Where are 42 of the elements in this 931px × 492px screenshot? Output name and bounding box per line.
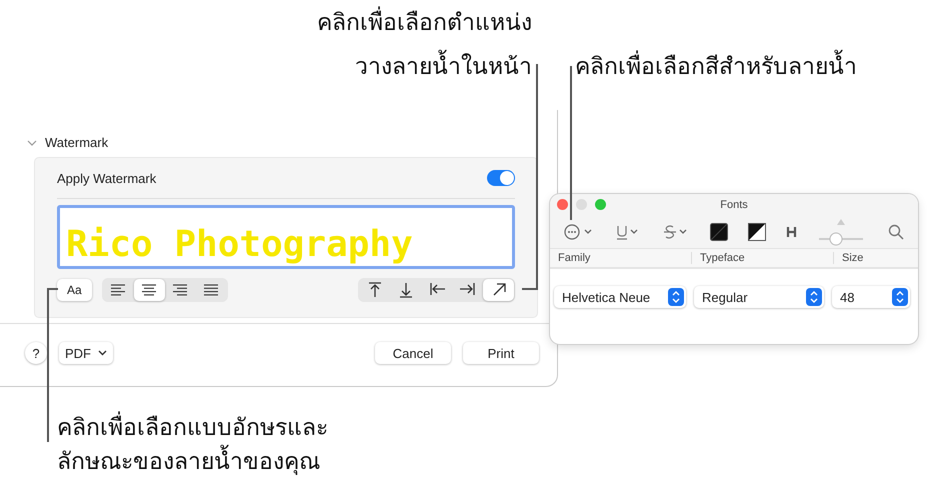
toggle-switch[interactable] [487, 170, 515, 186]
more-options-icon[interactable] [564, 224, 594, 240]
family-popup[interactable]: Helvetica Neue [554, 286, 686, 308]
text-align-icon [111, 284, 126, 296]
typeface-popup[interactable]: Regular [694, 286, 824, 308]
window-title: Fonts [720, 199, 748, 211]
shadow-icon[interactable] [786, 225, 798, 239]
callout-text: คลิกเพื่อเลือกตำแหน่ง วางลายน้ำในหน้า [317, 0, 532, 88]
dialog-button[interactable]: Print [463, 342, 539, 364]
text-align-icon [173, 284, 188, 296]
alignment-button[interactable] [134, 279, 165, 301]
typeface-value: Regular [702, 290, 748, 304]
pdf-menu-button[interactable]: PDF [59, 342, 113, 364]
stepper-icon [668, 288, 684, 306]
text-align-icon [204, 284, 218, 296]
chevron-down-icon [98, 350, 107, 356]
callout-text: คลิกเพื่อเลือกแบบอักษรและ ลักษณะของลายน้ำของคุณ [57, 410, 328, 478]
position-button[interactable] [483, 279, 514, 301]
search-icon[interactable] [888, 224, 904, 240]
text-color-swatch-icon[interactable] [710, 223, 728, 241]
arrow-icon [366, 281, 382, 299]
column-header: Typeface [692, 252, 834, 264]
text-align-icon [142, 284, 156, 296]
stepper-icon [892, 288, 908, 306]
close-button[interactable] [557, 199, 568, 210]
size-value: 48 [840, 290, 854, 304]
column-header: Size [841, 252, 864, 264]
help-button[interactable]: ? [25, 342, 47, 364]
chevron-down-icon[interactable] [27, 140, 37, 146]
apply-watermark-label: Apply Watermark [57, 170, 156, 186]
arrow-icon [398, 281, 414, 299]
font-button[interactable]: Aa [57, 279, 92, 301]
column-header: Family [550, 252, 692, 264]
family-value: Helvetica Neue [562, 290, 650, 304]
pdf-label: PDF [65, 346, 91, 360]
size-popup[interactable]: 48 [832, 286, 910, 308]
background-color-swatch-icon[interactable] [748, 223, 766, 241]
section-title: Watermark [45, 135, 108, 150]
dialog-button[interactable]: Cancel [375, 342, 451, 364]
callout-text: คลิกเพื่อเลือกสีสำหรับลายน้ำ [575, 44, 857, 88]
shadow-slider-icon[interactable] [818, 217, 864, 247]
stepper-icon [806, 288, 822, 306]
